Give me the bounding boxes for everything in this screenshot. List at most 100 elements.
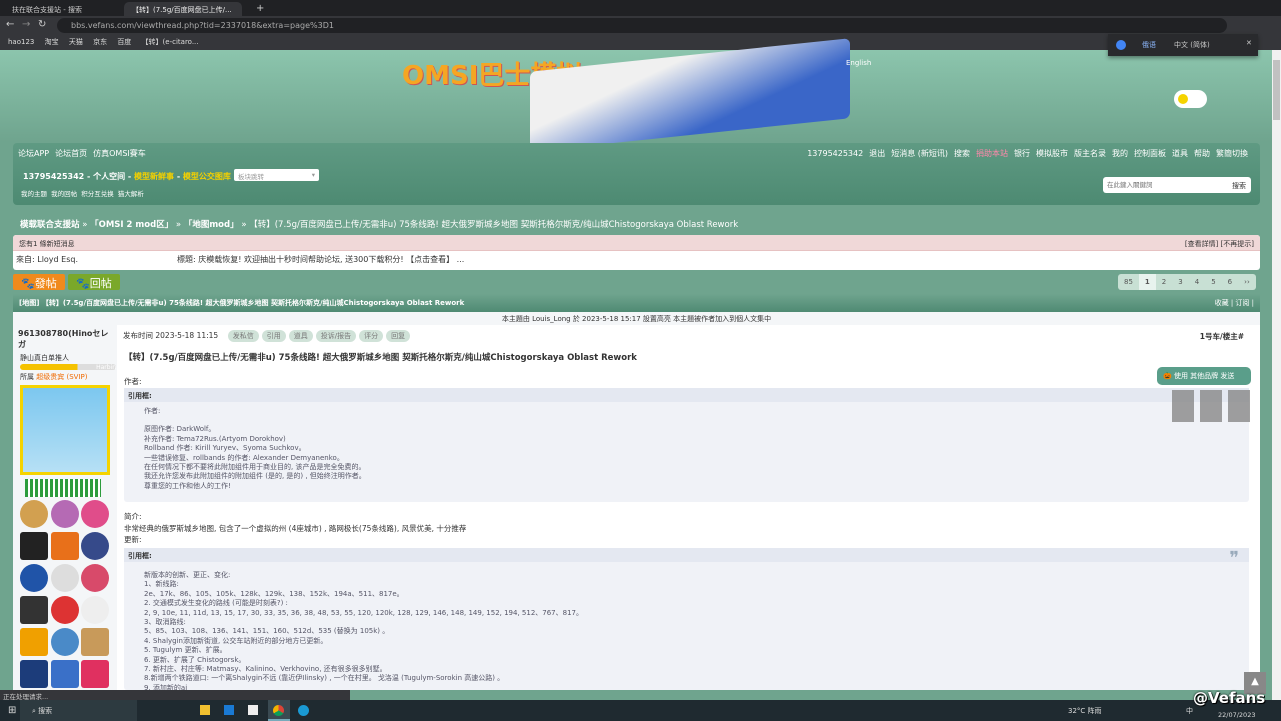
search-input[interactable] <box>1107 178 1217 192</box>
gallery-link[interactable]: 模型公交图库 <box>183 172 231 181</box>
nav-bank[interactable]: 银行 <box>1014 149 1030 158</box>
forward-icon[interactable]: → <box>22 19 30 30</box>
floor-number[interactable]: 1号车/楼主# <box>1200 331 1244 342</box>
bookmark[interactable]: hao123 <box>8 38 34 46</box>
ime-indicator[interactable]: 中 <box>1186 706 1193 716</box>
nav-omsi[interactable]: 仿真OMSI賽车 <box>93 149 146 158</box>
store-icon[interactable] <box>248 705 258 715</box>
page-4[interactable]: 4 <box>1189 274 1205 290</box>
pm-button[interactable]: 发私信 <box>227 330 259 342</box>
back-icon[interactable]: ← <box>6 19 14 30</box>
message-subject[interactable]: 標題: 庆模载恢复! 欢迎抽出十秒时间帮助论坛, 送300下载积分! 【点击查看… <box>177 254 464 265</box>
username[interactable]: 961308780(Hinoセレガ <box>13 325 117 353</box>
new-post-button[interactable]: 🐾發帖 <box>13 274 65 290</box>
post-meta: 发布时间 2023-5-18 11:15 发私信 引用 道具 投诉/报告 评分 回复 <box>123 330 413 342</box>
translate-icon <box>1116 40 1126 50</box>
nav-props[interactable]: 道具 <box>1172 149 1188 158</box>
quick-my-replies[interactable]: 我的回帖 <box>51 190 77 198</box>
bookmark[interactable]: 京东 <box>93 38 107 46</box>
props-button[interactable]: 道具 <box>288 330 313 342</box>
favorite-link[interactable]: 收藏 <box>1215 299 1229 307</box>
bookmark[interactable]: 天猫 <box>69 38 83 46</box>
page-next[interactable]: ›› <box>1238 274 1256 290</box>
rate-button[interactable]: 评分 <box>359 330 384 342</box>
translate-tab-source[interactable]: 俄语 <box>1142 40 1156 50</box>
medal-icon <box>51 660 79 688</box>
news-link[interactable]: 模型新鲜事 <box>134 172 174 181</box>
nav-stock[interactable]: 模拟股市 <box>1036 149 1068 158</box>
page-3[interactable]: 3 <box>1172 274 1188 290</box>
clock-date[interactable]: 22/07/2023 <box>1218 711 1255 719</box>
nav-search[interactable]: 搜索 <box>954 149 970 158</box>
bookmark[interactable]: 淘宝 <box>45 38 59 46</box>
nav-user[interactable]: 13795425342 <box>807 149 863 158</box>
tab-thread[interactable]: 【转】(7.5g/百度网盘已上传/... <box>124 2 242 16</box>
quick-my-threads[interactable]: 我的主题 <box>21 190 47 198</box>
share-button[interactable]: 🎃 使用 其他品牌 发送 <box>1157 367 1251 385</box>
nav-panel: 论坛APP 论坛首页 仿真OMSI賽车 13795425342 退出 短消息 (新短讯)… <box>13 143 1260 205</box>
notice-actions[interactable]: [查看詳情] [不再提示] <box>1185 239 1254 249</box>
nav-donate[interactable]: 捐助本站 <box>976 149 1008 158</box>
page-5[interactable]: 5 <box>1205 274 1221 290</box>
page-1[interactable]: 1 <box>1138 274 1156 290</box>
chrome-icon[interactable] <box>268 700 290 721</box>
level-bar: Harbin <box>20 364 116 371</box>
user-group[interactable]: 超级贵宾 (SVIP) <box>36 373 87 381</box>
reload-icon[interactable]: ↻ <box>38 19 46 30</box>
edge-icon[interactable] <box>298 705 309 716</box>
avatar[interactable] <box>20 385 110 475</box>
quick-parse[interactable]: 猫大解析 <box>118 190 144 198</box>
taskbar-search[interactable]: ⌕ 搜索 <box>20 700 137 721</box>
nav-app[interactable]: 论坛APP <box>18 149 49 158</box>
weather-widget[interactable]: 32°C 阵雨 <box>1068 706 1102 716</box>
reply-post-button[interactable]: 回复 <box>386 330 411 342</box>
new-tab-button[interactable]: + <box>248 0 272 14</box>
close-icon[interactable]: ✕ <box>1246 39 1252 47</box>
quote-button[interactable]: 引用 <box>261 330 286 342</box>
bookmark[interactable]: 百度 <box>117 38 131 46</box>
crumb-subsection[interactable]: 「地图mod」 <box>184 220 239 230</box>
tab-search[interactable]: 扶在联合支援站 - 搜索 <box>4 2 122 16</box>
post-title: 【转】(7.5g/百度网盘已上传/无需非u) 75条线路! 超大俄罗斯城乡地图 … <box>124 353 637 363</box>
quote-block: 引用框: 作者: 原图作者: DarkWolf。 补充作者: Tema72Rus.… <box>124 388 1249 502</box>
medal-banner <box>25 479 101 497</box>
crumb-section[interactable]: 「OMSI 2 mod区」 <box>90 220 173 230</box>
group-label: 所属 <box>20 373 34 381</box>
english-link[interactable]: English <box>846 59 871 67</box>
nav-mods[interactable]: 版主名录 <box>1074 149 1106 158</box>
nav-lang[interactable]: 繁簡切換 <box>1216 149 1248 158</box>
url-input[interactable]: bbs.vefans.com/viewthread.php?tid=233701… <box>57 18 1227 33</box>
bookmark[interactable]: 【转】(e-citaro... <box>142 38 199 46</box>
crumb-home[interactable]: 模载联合支援站 <box>20 220 80 230</box>
nav-pm[interactable]: 短消息 (新短讯) <box>891 149 948 158</box>
tab-label: 【转】(7.5g/百度网盘已上传/... <box>132 6 232 14</box>
nav-help[interactable]: 帮助 <box>1194 149 1210 158</box>
label: 回帖 <box>89 277 112 290</box>
report-button[interactable]: 投诉/报告 <box>315 330 357 342</box>
search-button[interactable]: 搜索 <box>1232 181 1246 191</box>
reply-button[interactable]: 🐾回帖 <box>68 274 120 290</box>
quote-line: 4. Shalygin添加新街道, 公交车站附近的部分地方已更新。 <box>144 636 328 645</box>
nav-logout[interactable]: 退出 <box>869 149 885 158</box>
nav-home[interactable]: 论坛首页 <box>55 149 87 158</box>
quick-credits[interactable]: 积分互兑换 <box>81 190 114 198</box>
page-6[interactable]: 6 <box>1222 274 1238 290</box>
post: 本主題由 Louis_Long 於 2023-5-18 15:17 設置高亮 本… <box>13 312 1260 692</box>
explorer-icon[interactable] <box>200 705 210 715</box>
windows-start-icon[interactable]: ⊞ <box>8 705 16 716</box>
quote-line: 作者: <box>144 407 161 415</box>
nav-control[interactable]: 控制面板 <box>1134 149 1166 158</box>
page-total: 85 <box>1124 278 1133 286</box>
nav-right: 13795425342 退出 短消息 (新短讯) 搜索 捐助本站 银行 模拟股市 版主名录 我的… <box>807 148 1254 159</box>
mail-icon[interactable] <box>224 705 234 715</box>
theme-toggle[interactable] <box>1174 90 1207 108</box>
scrollbar[interactable] <box>1272 50 1281 700</box>
nav-my[interactable]: 我的 <box>1112 149 1128 158</box>
page-2[interactable]: 2 <box>1156 274 1172 290</box>
forum-jump-select[interactable]: 板块跳转 ▾ <box>234 169 319 181</box>
user-space-link[interactable]: 13795425342 - 个人空间 - <box>23 172 131 181</box>
subscribe-link[interactable]: 订阅 <box>1235 299 1249 307</box>
intro: 简介: 非常经典的俄罗斯城乡地图, 包含了一个虚拟的州 (4座城市) , 路网极… <box>124 511 466 546</box>
sun-icon <box>1178 94 1188 104</box>
translate-tab-target[interactable]: 中文 (简体) <box>1174 40 1210 50</box>
